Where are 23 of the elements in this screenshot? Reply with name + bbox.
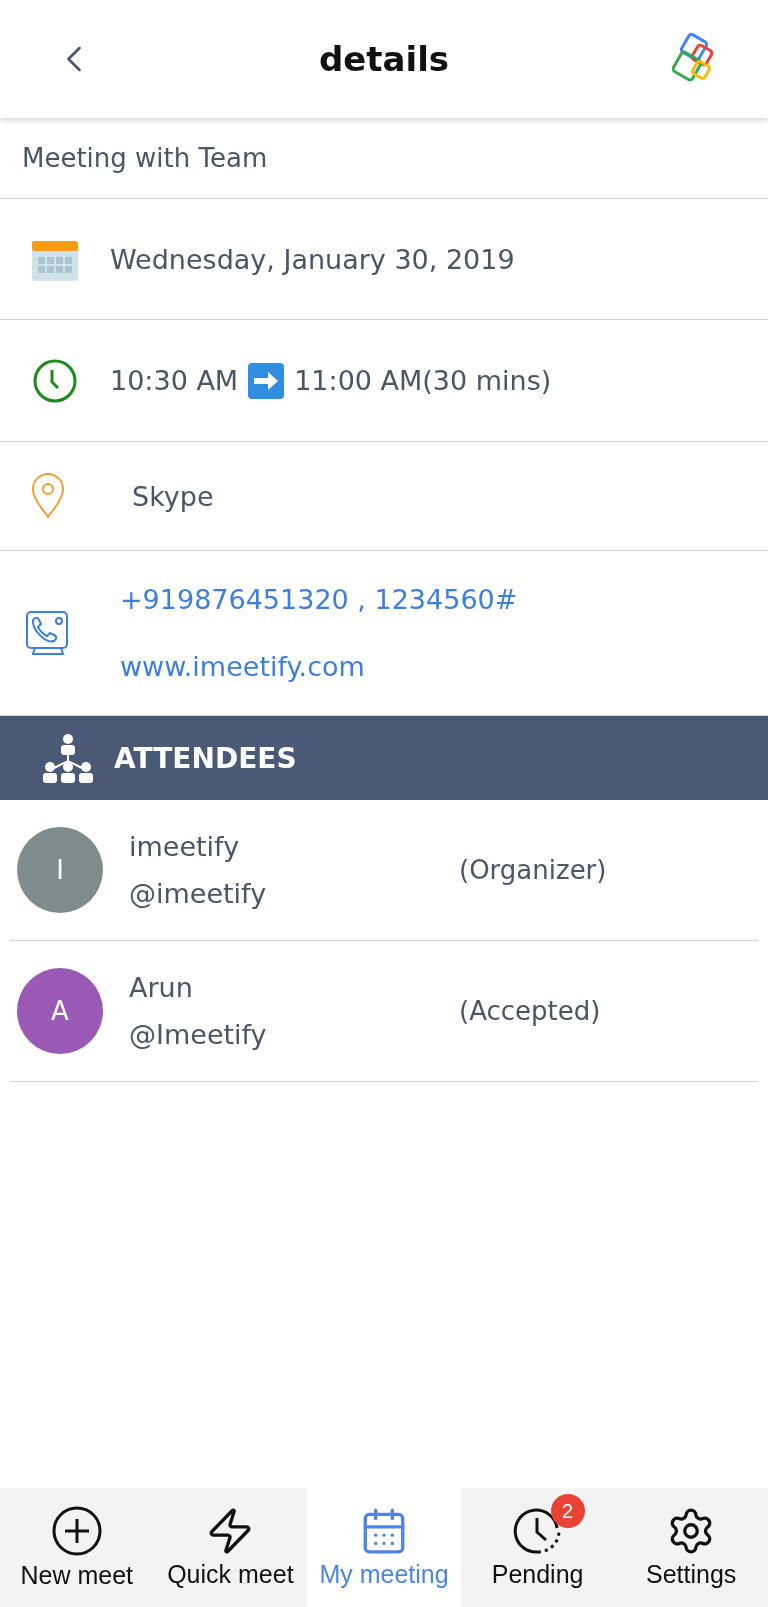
nav-tab[interactable]: 2 Pending: [460, 1488, 615, 1607]
end-time: 11:00 AM(30 mins): [294, 365, 552, 396]
location: Skype: [132, 480, 214, 512]
attendee-status: (Accepted): [459, 996, 601, 1026]
nav-tab[interactable]: Settings: [614, 1488, 768, 1607]
avatar: I: [17, 827, 103, 913]
count-badge: 2: [550, 1494, 585, 1528]
attendee-name: Arun: [129, 972, 194, 1003]
attendees-heading: ATTENDEES: [114, 741, 297, 775]
meeting-title: Meeting with Team: [0, 118, 768, 199]
avatar: A: [17, 968, 103, 1054]
page-title: details: [317, 39, 451, 79]
nav-tab[interactable]: My meeting: [307, 1488, 461, 1607]
meeting-date: Wednesday, January 30, 2019: [110, 243, 515, 275]
start-time: 10:30 AM: [110, 365, 239, 396]
attendee-handle: @imeetify: [129, 878, 268, 909]
nav-tab[interactable]: Quick meet: [153, 1488, 308, 1607]
attendee-handle: @Imeetify: [129, 1019, 268, 1050]
phone-link[interactable]: +919876451320 , 1234560#: [120, 584, 518, 615]
attendee-status: (Organizer): [459, 855, 607, 885]
nav-tab[interactable]: New meet: [0, 1488, 154, 1607]
attendee-name: imeetify: [129, 831, 241, 862]
website-link[interactable]: www.imeetify.com: [120, 651, 518, 682]
